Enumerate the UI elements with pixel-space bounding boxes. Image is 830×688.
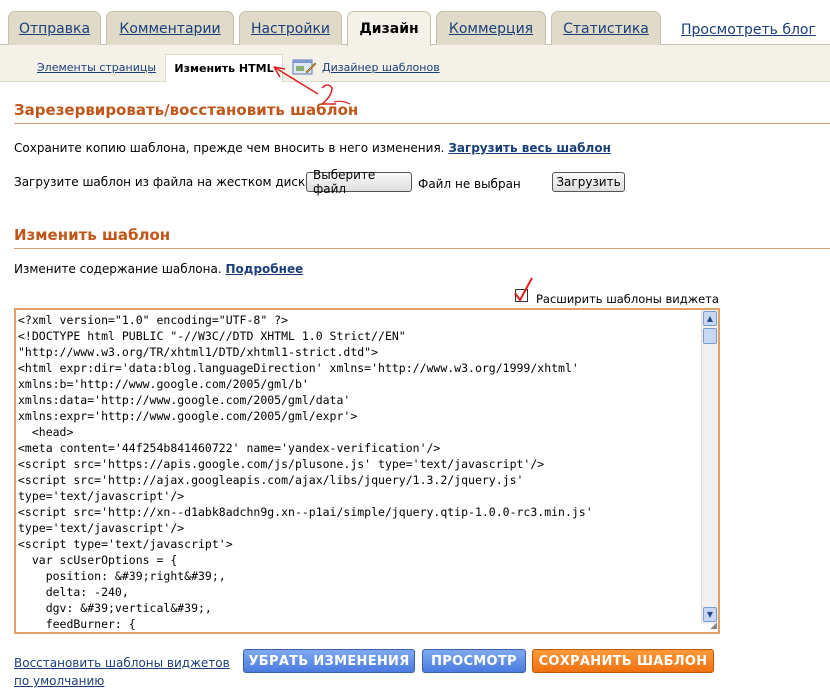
tab-stats[interactable]: Статистика xyxy=(551,11,661,45)
checkmark-icon xyxy=(514,277,533,302)
edit-desc-text: Измените содержание шаблона. xyxy=(14,262,222,276)
subnav-page-elements[interactable]: Элементы страницы xyxy=(37,61,156,74)
save-template-button[interactable]: СОХРАНИТЬ ШАБЛОН xyxy=(532,649,714,673)
tab-settings[interactable]: Настройки xyxy=(239,11,342,45)
backup-section-divider xyxy=(14,123,830,124)
tab-commerce[interactable]: Коммерция xyxy=(436,11,546,45)
clear-edits-button[interactable]: УБРАТЬ ИЗМЕНЕНИЯ xyxy=(243,649,415,673)
more-info-link[interactable]: Подробнее xyxy=(225,262,303,276)
view-blog-link[interactable]: Просмотреть блог xyxy=(681,22,816,38)
backup-section-title: Зарезервировать/восстановить шаблон xyxy=(14,101,359,119)
scroll-up-icon[interactable]: ▲ xyxy=(703,311,717,326)
edit-section-title: Изменить шаблон xyxy=(14,226,171,244)
backup-save-row: Сохраните копию шаблона, прежде чем внос… xyxy=(14,141,611,155)
expand-widgets-label: Расширить шаблоны виджета xyxy=(536,292,719,306)
tab-posting[interactable]: Отправка xyxy=(8,11,101,45)
download-template-link[interactable]: Загрузить весь шаблон xyxy=(448,141,611,155)
upload-label: Загрузите шаблон из файла на жестком дис… xyxy=(14,175,317,189)
subnav-edit-html[interactable]: Изменить HTML xyxy=(165,54,283,83)
tab-comments[interactable]: Комментарии xyxy=(106,11,234,45)
upload-button[interactable]: Загрузить xyxy=(552,172,625,192)
edit-section-divider xyxy=(14,248,830,249)
editor-scrollbar[interactable]: ▲ ▼ xyxy=(701,310,718,624)
tab-design[interactable]: Дизайн xyxy=(347,11,431,46)
restore-widgets-link[interactable]: Восстановить шаблоны виджетов по умолчан… xyxy=(14,654,234,688)
no-file-chosen: Файл не выбран xyxy=(418,177,521,191)
scroll-down-icon[interactable]: ▼ xyxy=(703,607,717,622)
backup-save-text: Сохраните копию шаблона, прежде чем внос… xyxy=(14,141,445,155)
edit-desc-row: Измените содержание шаблона. Подробнее xyxy=(14,262,303,276)
main-tabbar: Отправка Комментарии Настройки Дизайн Ко… xyxy=(0,0,830,46)
resize-grip-icon[interactable]: ◢ xyxy=(710,621,717,631)
template-code[interactable]: <?xml version="1.0" encoding="UTF-8" ?> … xyxy=(18,312,703,632)
preview-button[interactable]: ПРОСМОТР xyxy=(422,649,526,673)
design-subnav: Элементы страницы Изменить HTML Дизайнер… xyxy=(0,45,830,83)
choose-file-button[interactable]: Выберите файл xyxy=(306,168,412,196)
template-code-editor[interactable]: <?xml version="1.0" encoding="UTF-8" ?> … xyxy=(14,308,720,634)
scroll-thumb[interactable] xyxy=(703,328,717,344)
